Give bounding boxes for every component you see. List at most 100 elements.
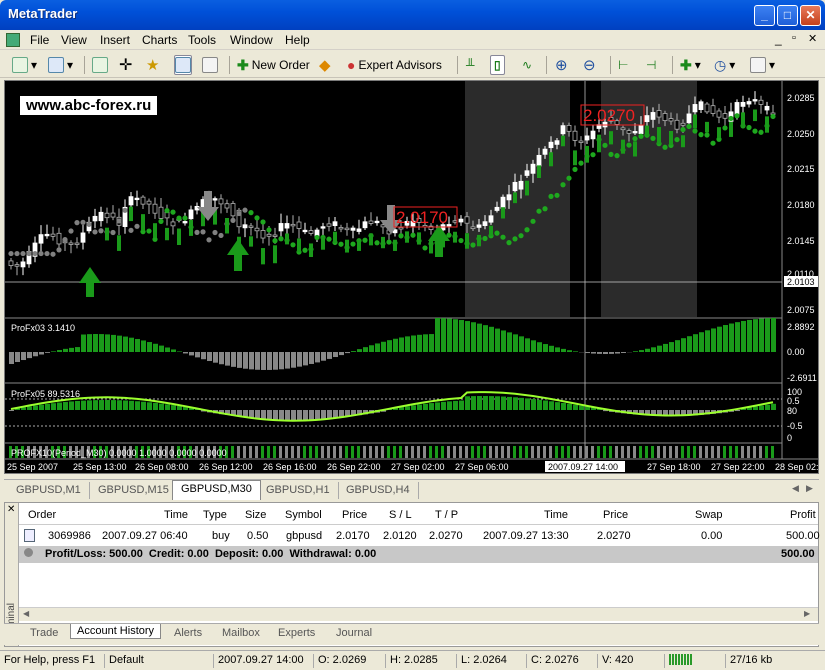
header-order[interactable]: Order	[28, 509, 56, 521]
histogram-bar	[147, 402, 152, 410]
tab-experts[interactable]: Experts	[278, 627, 315, 639]
new-chart-button[interactable]: ▾	[12, 55, 37, 75]
histogram-bar	[711, 328, 716, 352]
menu-view[interactable]: View	[61, 33, 87, 47]
chart-window-icon[interactable]	[6, 33, 20, 47]
tab-gbpusd-m15[interactable]: GBPUSD,M15	[90, 482, 178, 499]
header-type[interactable]: Type	[203, 509, 227, 521]
profx03-histogram	[9, 318, 776, 370]
bar-chart-button[interactable]: ╨	[466, 55, 475, 75]
menu-tools[interactable]: Tools	[188, 33, 216, 47]
zoom-in-button[interactable]: ⊕	[555, 55, 568, 75]
tab-gbpusd-m30[interactable]: GBPUSD,M30	[172, 480, 261, 500]
signal-bar	[357, 446, 360, 458]
signal-bar	[633, 446, 636, 458]
tab-account-history[interactable]: Account History	[70, 624, 162, 639]
header-swap[interactable]: Swap	[695, 509, 723, 521]
expert-advisors-label: Expert Advisors	[358, 58, 442, 72]
menu-window[interactable]: Window	[230, 33, 273, 47]
tab-gbpusd-h4[interactable]: GBPUSD,H4	[338, 482, 419, 499]
navigator-button[interactable]: ✛	[119, 55, 132, 75]
menu-file[interactable]: File	[30, 33, 49, 47]
terminal-close-icon[interactable]: ✕	[7, 504, 15, 515]
trend-bar	[177, 228, 181, 245]
favorites-button[interactable]: ★	[146, 55, 159, 75]
trend-dot	[536, 208, 542, 214]
tab-alerts[interactable]: Alerts	[174, 627, 202, 639]
tab-gbpusd-m1[interactable]: GBPUSD,M1	[8, 482, 90, 499]
header-close-price[interactable]: Price	[603, 509, 628, 521]
trend-bar	[153, 223, 157, 238]
scroll-right-icon[interactable]: ▶	[806, 483, 813, 494]
histogram-bar	[561, 348, 566, 352]
histogram-bar	[579, 405, 584, 410]
scroll-left-icon[interactable]: ◀	[792, 483, 799, 494]
zoom-out-button[interactable]: ⊖	[583, 55, 596, 75]
alert-button[interactable]: ◆	[319, 55, 331, 75]
histogram-bar	[495, 328, 500, 352]
minimize-button[interactable]: _	[754, 5, 775, 26]
candlestick-button[interactable]: ▯	[490, 55, 505, 75]
indicators-button[interactable]: ✚ ▾	[680, 55, 701, 75]
chart-window[interactable]: 2.0170 2.0270 2.0285 2.0250 2.0215 2.018…	[4, 80, 819, 474]
histogram-bar	[489, 326, 494, 352]
chart-tabs: GBPUSD,M1 GBPUSD,M15 GBPUSD,M30 GBPUSD,H…	[4, 479, 819, 500]
header-close-time[interactable]: Time	[544, 509, 568, 521]
child-close-button[interactable]: ✕	[808, 32, 817, 45]
menu-charts[interactable]: Charts	[142, 33, 177, 47]
horizontal-scrollbar[interactable]: ◀ ▶	[19, 607, 818, 621]
header-size[interactable]: Size	[245, 509, 266, 521]
expert-advisors-button[interactable]: ● Expert Advisors	[347, 55, 442, 75]
templates-button[interactable]: ▾	[750, 55, 775, 75]
tab-journal[interactable]: Journal	[336, 627, 372, 639]
candle-body	[458, 218, 464, 223]
header-sl[interactable]: S / L	[389, 509, 412, 521]
header-time[interactable]: Time	[164, 509, 188, 521]
header-tp[interactable]: T / P	[435, 509, 458, 521]
signal-bar	[291, 446, 294, 458]
signal-bar	[669, 446, 672, 458]
indicator-tick: 0.5	[787, 396, 800, 406]
maximize-button[interactable]: □	[777, 5, 798, 26]
signal-bar	[237, 446, 240, 458]
trend-bar	[681, 135, 685, 148]
header-symbol[interactable]: Symbol	[285, 509, 322, 521]
child-minimize-button[interactable]: _	[775, 32, 782, 46]
histogram-bar	[591, 352, 596, 354]
candle-body	[536, 154, 542, 167]
child-restore-button[interactable]: ▫	[792, 32, 796, 44]
market-watch-button[interactable]	[92, 55, 108, 75]
scroll-right-icon[interactable]: ▶	[804, 609, 810, 618]
signal-bar	[579, 446, 582, 458]
status-open: O: 2.0269	[313, 654, 366, 668]
tab-gbpusd-h1[interactable]: GBPUSD,H1	[258, 482, 339, 499]
periods-button[interactable]: ◷ ▾	[714, 55, 735, 75]
histogram-bar	[171, 349, 176, 352]
chart-shift-button[interactable]: ⊣	[646, 55, 656, 75]
menu-help[interactable]: Help	[285, 33, 310, 47]
terminal-button[interactable]	[174, 55, 192, 75]
new-order-button[interactable]: ✚ New Order	[237, 55, 310, 75]
trend-dot	[260, 219, 266, 225]
profiles-button[interactable]: ▾	[48, 55, 73, 75]
candle-body	[680, 122, 686, 126]
tab-mailbox[interactable]: Mailbox	[222, 627, 260, 639]
trend-bar	[105, 227, 109, 241]
trend-dot	[38, 250, 44, 257]
line-chart-button[interactable]: ∿	[522, 55, 532, 75]
header-price[interactable]: Price	[342, 509, 367, 521]
price-chart[interactable]: 2.0170 2.0270 2.0285 2.0250 2.0215 2.018…	[5, 81, 818, 473]
histogram-bar	[321, 410, 326, 419]
scroll-left-icon[interactable]: ◀	[23, 609, 29, 618]
close-button[interactable]: ✕	[800, 5, 821, 26]
site-label: www.abc-forex.ru	[20, 96, 158, 115]
header-profit[interactable]: Profit	[790, 509, 816, 521]
status-bar: For Help, press F1 Default 2007.09.27 14…	[0, 650, 825, 670]
histogram-bar	[471, 322, 476, 352]
signal-bar	[465, 446, 468, 458]
histogram-bar	[291, 352, 296, 368]
menu-insert[interactable]: Insert	[100, 33, 130, 47]
tester-button[interactable]	[202, 55, 218, 75]
autoscroll-button[interactable]: ⊢	[618, 55, 628, 75]
tab-trade[interactable]: Trade	[30, 627, 58, 639]
